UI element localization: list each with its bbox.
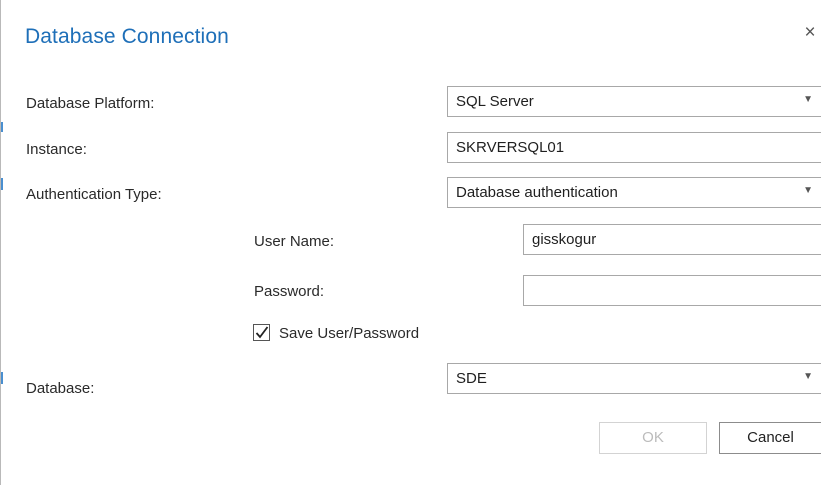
instance-value: SKRVERSQL01 (456, 139, 565, 156)
cancel-button[interactable]: Cancel (719, 422, 821, 454)
save-credentials-checkbox[interactable] (253, 324, 270, 341)
database-platform-label: Database Platform: (26, 95, 155, 112)
instance-label: Instance: (26, 141, 87, 158)
password-label: Password: (254, 283, 325, 300)
database-connection-dialog: Database Connection × Database Platform:… (0, 0, 821, 485)
chevron-down-icon: ▼ (803, 94, 813, 105)
chevron-down-icon: ▼ (803, 371, 813, 382)
database-select[interactable]: SDE ▼ (447, 363, 821, 394)
authentication-type-value: Database authentication (456, 184, 618, 201)
dialog-title: Database Connection (25, 25, 229, 48)
database-platform-select[interactable]: SQL Server ▼ (447, 86, 821, 117)
user-name-value: gisskogur (532, 231, 597, 248)
chevron-down-icon: ▼ (803, 185, 813, 196)
instance-input[interactable]: SKRVERSQL01 (447, 132, 821, 163)
ok-button[interactable]: OK (599, 422, 707, 454)
save-credentials-label[interactable]: Save User/Password (279, 325, 419, 342)
window-edge-mark (1, 372, 3, 384)
database-label: Database: (26, 380, 95, 397)
password-input[interactable] (523, 275, 821, 306)
window-edge-mark (1, 122, 3, 132)
authentication-type-select[interactable]: Database authentication ▼ (447, 177, 821, 208)
user-name-label: User Name: (254, 233, 335, 250)
window-edge-mark (1, 178, 3, 190)
authentication-type-label: Authentication Type: (26, 186, 162, 203)
database-value: SDE (456, 370, 487, 387)
close-icon[interactable]: × (800, 22, 820, 44)
checkmark-icon (255, 326, 269, 339)
database-platform-value: SQL Server (456, 93, 534, 110)
user-name-input[interactable]: gisskogur (523, 224, 821, 255)
